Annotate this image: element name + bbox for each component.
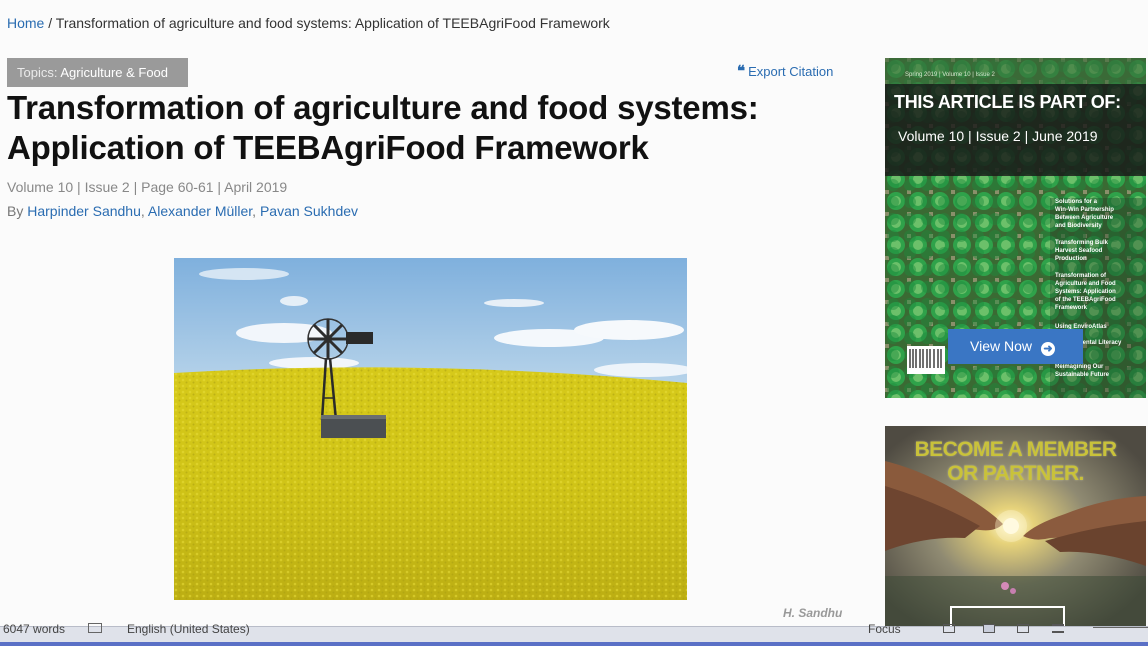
svg-text:Reimagining Our: Reimagining Our xyxy=(1055,364,1104,370)
read-mode-icon[interactable] xyxy=(983,624,995,633)
svg-text:Sustainable Future: Sustainable Future xyxy=(1055,372,1110,378)
svg-text:and Biodiversity: and Biodiversity xyxy=(1055,223,1102,229)
svg-text:Agriculture and Food: Agriculture and Food xyxy=(1055,281,1116,287)
print-layout-icon[interactable] xyxy=(943,624,955,633)
view-now-button[interactable]: View Now ➜ xyxy=(948,329,1083,364)
arrow-right-circle-icon: ➜ xyxy=(1041,342,1055,356)
svg-text:Production: Production xyxy=(1055,256,1087,262)
export-citation-link[interactable]: ❝ Export Citation xyxy=(737,62,834,80)
article-byline: By Harpinder Sandhu, Alexander Müller, P… xyxy=(7,203,358,219)
article-title: Transformation of agriculture and food s… xyxy=(7,89,759,166)
byline-prefix: By xyxy=(7,203,28,219)
view-now-label: View Now xyxy=(970,338,1032,354)
focus-mode-button[interactable]: Focus xyxy=(868,622,901,636)
quote-icon: ❝ xyxy=(737,62,746,80)
member-heading-line2: OR PARTNER. xyxy=(947,462,1084,485)
export-citation-label: Export Citation xyxy=(748,64,834,79)
topic-tag[interactable]: Topics: Agriculture & Food xyxy=(7,58,188,87)
image-credit: H. Sandhu xyxy=(783,606,843,620)
member-heading-line1: BECOME A MEMBER xyxy=(914,438,1117,461)
canola-field-windmill-image xyxy=(174,258,687,600)
language-indicator[interactable]: English (United States) xyxy=(127,622,250,636)
word-count[interactable]: 6047 words xyxy=(3,622,65,636)
status-bar-edge xyxy=(0,642,1148,646)
svg-text:Transformation of: Transformation of xyxy=(1055,273,1107,279)
cover-heading: THIS ARTICLE IS PART OF: xyxy=(894,92,1121,112)
issue-cover-widget[interactable]: Spring 2019 | Volume 10 | Issue 2 Soluti… xyxy=(885,58,1146,398)
word-processor-status-bar: 6047 words English (United States) Focus xyxy=(0,622,1148,646)
author-link[interactable]: Harpinder Sandhu xyxy=(27,203,141,219)
breadcrumb-home-link[interactable]: Home xyxy=(7,15,44,31)
author-separator: , xyxy=(252,203,260,219)
article-hero-image xyxy=(174,258,687,600)
author-separator: , xyxy=(140,203,148,219)
svg-text:Transforming Bulk: Transforming Bulk xyxy=(1055,240,1109,246)
topic-prefix: Topics: xyxy=(17,65,61,80)
author-link[interactable]: Alexander Müller xyxy=(148,203,252,219)
svg-text:Between Agriculture: Between Agriculture xyxy=(1055,215,1114,221)
member-cta-button[interactable] xyxy=(950,606,1065,626)
svg-text:Solutions for a: Solutions for a xyxy=(1055,199,1098,205)
breadcrumb: Home / Transformation of agriculture and… xyxy=(7,15,610,31)
svg-text:Framework: Framework xyxy=(1055,305,1088,311)
svg-text:Win-Win Partnership: Win-Win Partnership xyxy=(1055,207,1114,213)
become-member-banner[interactable]: BECOME A MEMBER OR PARTNER. xyxy=(885,426,1146,626)
proofing-icon[interactable] xyxy=(88,623,102,633)
svg-text:Systems: Application: Systems: Application xyxy=(1055,289,1116,295)
svg-text:of the TEEBAgriFood: of the TEEBAgriFood xyxy=(1055,297,1116,303)
svg-text:Spring 2019 | Volume 10 | Issu: Spring 2019 | Volume 10 | Issue 2 xyxy=(905,72,996,78)
article-meta: Volume 10 | Issue 2 | Page 60-61 | April… xyxy=(7,179,288,195)
svg-text:Harvest Seafood: Harvest Seafood xyxy=(1055,248,1103,254)
breadcrumb-current: Transformation of agriculture and food s… xyxy=(55,15,610,31)
article-page: Home / Transformation of agriculture and… xyxy=(0,0,1148,646)
outline-view-icon[interactable] xyxy=(1052,624,1064,633)
member-heading: BECOME A MEMBER OR PARTNER. xyxy=(885,438,1146,486)
zoom-slider[interactable] xyxy=(1093,627,1148,628)
author-link[interactable]: Pavan Sukhdev xyxy=(260,203,358,219)
cover-issue-info: Volume 10 | Issue 2 | June 2019 xyxy=(898,128,1098,144)
breadcrumb-separator: / xyxy=(44,15,56,31)
topic-value: Agriculture & Food xyxy=(60,65,169,80)
web-layout-icon[interactable] xyxy=(1017,624,1029,633)
